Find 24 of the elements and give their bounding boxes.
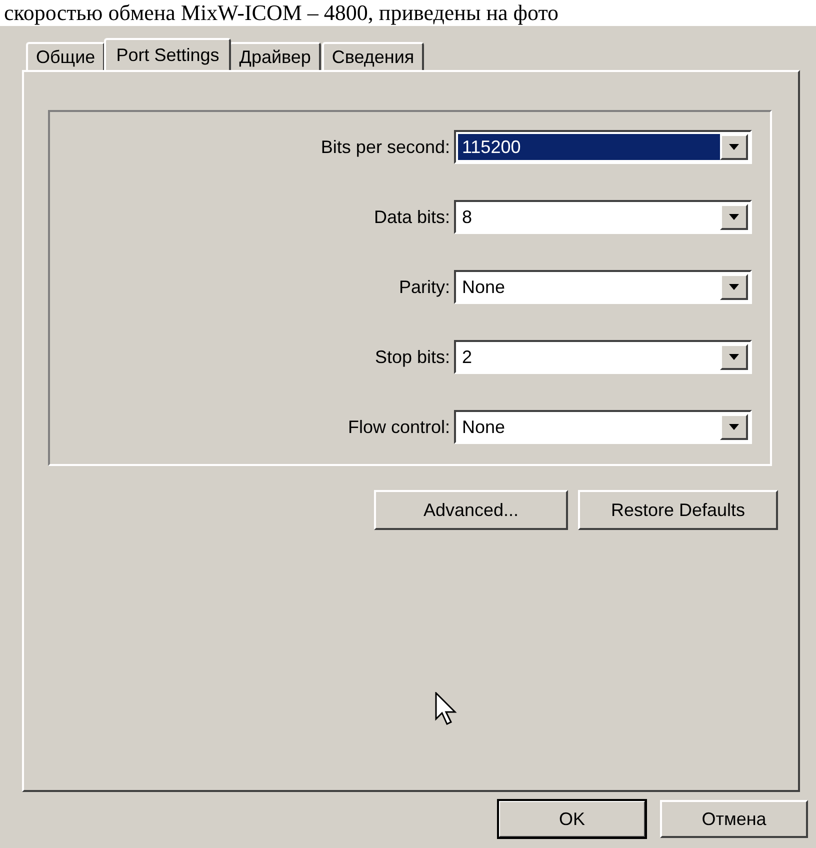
dropdown-value: None <box>461 416 506 439</box>
dialog-button[interactable]: Отмена <box>660 800 808 838</box>
dropdown-field[interactable]: 115200 <box>454 130 752 164</box>
tab[interactable]: Драйвер <box>229 42 321 70</box>
dropdown-value: 8 <box>461 206 474 229</box>
field-label: Flow control: <box>348 416 450 438</box>
dropdown-field[interactable]: 2 <box>454 340 752 374</box>
dropdown-value: 115200 <box>458 134 720 160</box>
dropdown-field[interactable]: 8 <box>454 200 752 234</box>
dropdown-value: 2 <box>461 346 474 369</box>
field-label: Data bits: <box>374 206 450 228</box>
dialog-button[interactable]: OK <box>498 800 646 838</box>
panel-button[interactable]: Restore Defaults <box>578 490 778 530</box>
tab[interactable]: Общие <box>26 42 106 70</box>
field-label: Parity: <box>398 276 450 298</box>
tab[interactable]: Port Settings <box>104 38 232 70</box>
field-label: Bits per second: <box>320 136 450 158</box>
field-label: Stop bits: <box>374 346 450 368</box>
panel-button[interactable]: Advanced... <box>374 490 568 530</box>
mouse-pointer-icon <box>435 692 457 726</box>
dropdown-value: None <box>461 276 506 299</box>
dropdown-field[interactable]: None <box>454 410 752 444</box>
dropdown-field[interactable]: None <box>454 270 752 304</box>
tab[interactable]: Сведения <box>322 42 424 70</box>
